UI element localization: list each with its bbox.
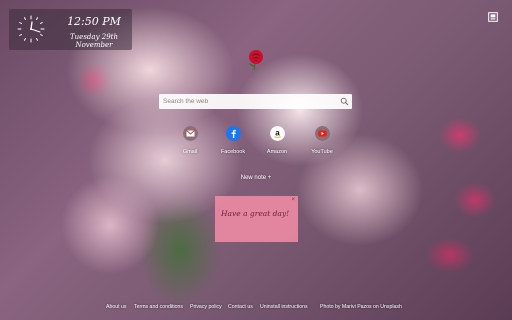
shortcut-amazon[interactable]: a Amazon xyxy=(257,126,297,158)
clock-time: 12:50 PM xyxy=(67,15,121,28)
shortcut-label: Facebook xyxy=(220,149,246,155)
facebook-icon xyxy=(225,126,241,141)
footer-link-contact[interactable]: Contact us xyxy=(228,304,253,310)
footer-link-uninstall[interactable]: Uninstall instructions xyxy=(260,304,308,310)
youtube-icon xyxy=(314,126,330,141)
sticky-note[interactable]: × Have a great day! xyxy=(215,196,298,242)
footer-link-privacy[interactable]: Privacy policy xyxy=(190,304,222,310)
shortcut-label: Amazon xyxy=(266,149,288,155)
new-note-button[interactable]: New note + xyxy=(235,175,277,181)
shortcut-youtube[interactable]: YouTube xyxy=(302,126,342,158)
photo-credit-link[interactable]: Photo by Marivi Pazos on Unsplash xyxy=(320,304,402,310)
amazon-icon: a xyxy=(269,126,285,141)
footer-link-about-us[interactable]: About us xyxy=(106,304,126,310)
note-close-button[interactable]: × xyxy=(291,197,295,203)
footer-link-terms[interactable]: Terms and conditions xyxy=(134,304,183,310)
search-input[interactable] xyxy=(163,96,333,107)
clock-widget: 12:50 PM Tuesday 29th November xyxy=(9,9,132,50)
search-icon[interactable] xyxy=(340,97,349,106)
analog-clock-icon xyxy=(17,15,45,43)
shortcut-facebook[interactable]: Facebook xyxy=(213,126,253,158)
settings-icon[interactable] xyxy=(488,12,498,22)
svg-text:a: a xyxy=(275,129,280,138)
clock-date: Tuesday 29th November xyxy=(70,33,118,49)
shortcut-label: YouTube xyxy=(311,149,333,155)
note-text[interactable]: Have a great day! xyxy=(221,209,289,218)
footer: About us Terms and conditions Privacy po… xyxy=(0,304,512,314)
shortcut-label: Gmail xyxy=(182,149,198,155)
gmail-icon xyxy=(182,126,198,141)
shortcut-gmail[interactable]: Gmail xyxy=(170,126,210,158)
rose-logo xyxy=(249,50,263,71)
search-box xyxy=(159,94,352,109)
